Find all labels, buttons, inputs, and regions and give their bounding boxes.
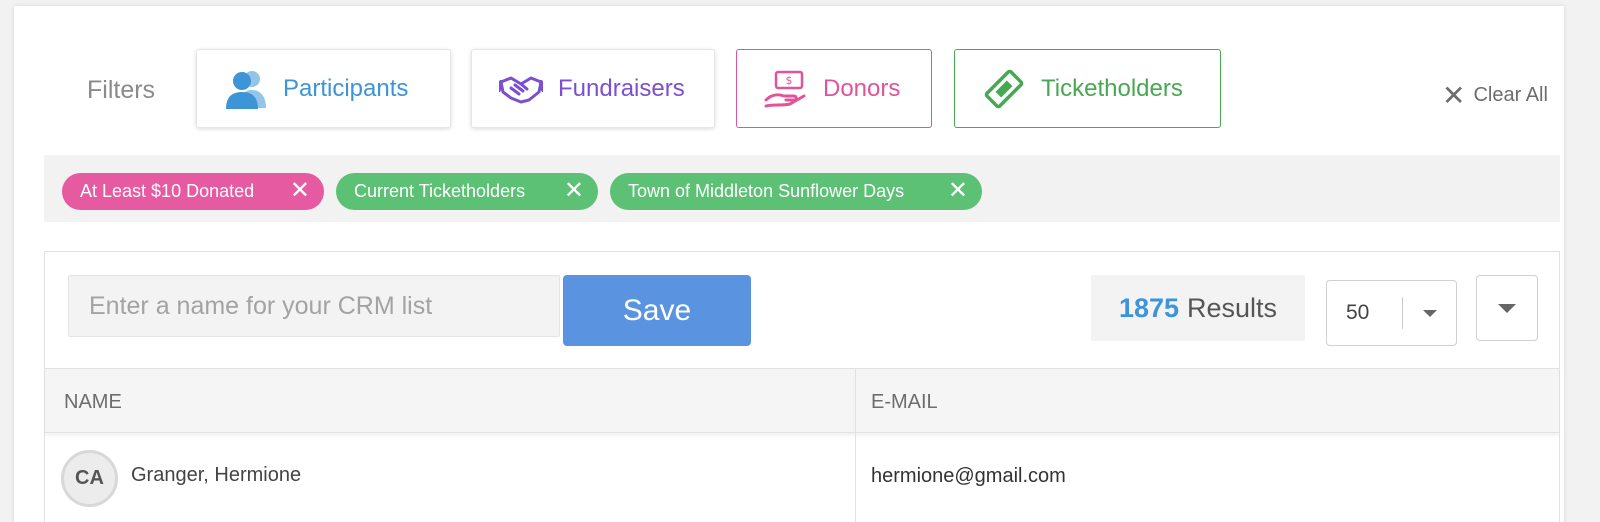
participants-filter-button[interactable]: Participants [196, 49, 451, 128]
clear-all-button[interactable]: ✕ Clear All [1442, 79, 1548, 111]
filter-tag-label: Current Ticketholders [354, 181, 526, 201]
ticket-icon [979, 67, 1029, 111]
table-header: NAME E-MAIL [45, 368, 1559, 433]
filter-tag: At Least $10 Donated ✕ [62, 173, 324, 210]
row-email[interactable]: hermione@gmail.com [871, 465, 1066, 488]
row-name[interactable]: Granger, Hermione [131, 464, 301, 487]
results-label: Results [1187, 292, 1278, 323]
close-icon[interactable]: ✕ [948, 179, 968, 203]
per-page-value: 50 [1346, 301, 1370, 324]
donors-label: Donors [823, 74, 901, 102]
clear-all-label: Clear All [1473, 84, 1548, 106]
filter-tag: Town of Middleton Sunflower Days ✕ [610, 173, 982, 210]
chevron-down-icon [1498, 303, 1516, 313]
select-divider [1402, 297, 1403, 329]
fundraisers-filter-button[interactable]: Fundraisers [471, 49, 715, 128]
donors-filter-button[interactable]: $ Donors [736, 49, 932, 128]
column-header-email[interactable]: E-MAIL [871, 391, 938, 414]
money-hand-icon: $ [761, 67, 811, 111]
participants-label: Participants [283, 74, 409, 102]
avatar: CA [61, 450, 118, 507]
active-filter-tags: At Least $10 Donated ✕ Current Tickethol… [44, 155, 1560, 222]
ticketholders-label: Ticketholders [1041, 74, 1183, 102]
crm-list-name-input[interactable] [68, 275, 560, 337]
close-icon[interactable]: ✕ [290, 179, 310, 203]
results-number: 1875 [1118, 292, 1180, 323]
fundraisers-label: Fundraisers [558, 74, 685, 102]
results-count: 1875 Results [1091, 275, 1305, 341]
filter-tag-label: At Least $10 Donated [80, 181, 255, 201]
save-button[interactable]: Save [563, 275, 751, 346]
column-header-name[interactable]: NAME [64, 391, 122, 414]
per-page-select[interactable]: 50 [1326, 280, 1457, 346]
options-dropdown-button[interactable] [1476, 275, 1538, 341]
people-icon [221, 67, 271, 111]
close-icon[interactable]: ✕ [564, 179, 584, 203]
filter-tag: Current Ticketholders ✕ [336, 173, 598, 210]
ticketholders-filter-button[interactable]: Ticketholders [954, 49, 1221, 128]
handshake-icon [496, 67, 546, 111]
results-list: Save 1875 Results 50 NAME E-MAIL CA Gran… [44, 251, 1560, 522]
filters-label: Filters [87, 76, 156, 104]
table-row[interactable]: CA Granger, Hermione hermione@gmail.com [45, 434, 1559, 522]
svg-text:$: $ [786, 74, 793, 87]
close-icon: ✕ [1442, 79, 1466, 111]
chevron-down-icon [1423, 309, 1437, 317]
filter-tag-label: Town of Middleton Sunflower Days [628, 181, 905, 201]
